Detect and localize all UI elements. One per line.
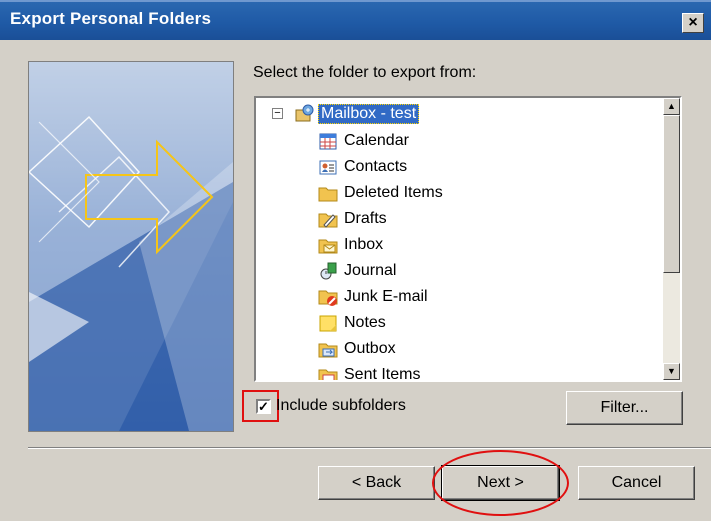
close-icon: × [688, 14, 698, 31]
folder-icon [318, 183, 338, 203]
tree-item-notes[interactable]: Notes [318, 310, 386, 336]
tree-item-deleted[interactable]: Deleted Items [318, 180, 443, 206]
calendar-icon [318, 131, 338, 151]
scroll-down-icon[interactable]: ▼ [663, 363, 680, 380]
include-subfolders-checkbox[interactable]: ✓ [256, 399, 271, 414]
tree-item-outbox[interactable]: Outbox [318, 336, 396, 362]
tree-item-inbox[interactable]: Inbox [318, 232, 383, 258]
close-button[interactable]: × [682, 13, 704, 33]
junk-icon [318, 287, 338, 307]
scroll-thumb[interactable] [663, 115, 680, 273]
drafts-icon [318, 209, 338, 229]
title-bar: Export Personal Folders × [0, 0, 711, 40]
wizard-banner-image [28, 61, 234, 432]
inbox-icon [318, 235, 338, 255]
notes-icon [318, 313, 338, 333]
tree-item-sent[interactable]: Sent Items [318, 362, 421, 382]
include-subfolders-label[interactable]: Include subfolders [276, 397, 406, 415]
next-highlight-annotation [432, 450, 569, 516]
cancel-button-label: Cancel [611, 474, 662, 491]
tree-item-calendar[interactable]: Calendar [318, 128, 409, 154]
folder-prompt-label: Select the folder to export from: [253, 64, 477, 81]
dialog-title: Export Personal Folders [10, 9, 212, 28]
tree-item-label: Journal [344, 262, 397, 279]
tree-item-contacts[interactable]: Contacts [318, 154, 407, 180]
tree-item-label: Notes [344, 314, 386, 331]
collapse-icon[interactable]: − [272, 108, 283, 119]
contacts-icon [318, 157, 338, 177]
filter-button[interactable]: Filter... [566, 391, 683, 425]
checkmark-icon: ✓ [258, 399, 269, 414]
tree-item-journal[interactable]: Journal [318, 258, 396, 284]
back-button[interactable]: < Back [318, 466, 435, 500]
cancel-button[interactable]: Cancel [578, 466, 695, 500]
tree-item-label: Junk E-mail [344, 288, 428, 305]
filter-button-label: Filter... [600, 399, 649, 416]
tree-item-label: Contacts [344, 158, 408, 175]
footer-divider [28, 447, 711, 449]
tree-item-label: Drafts [344, 210, 387, 227]
tree-root-label: Mailbox - test [318, 104, 420, 124]
back-button-label: < Back [351, 474, 402, 491]
tree-scrollbar[interactable]: ▲ ▼ [663, 98, 680, 380]
tree-item-label: Calendar [344, 132, 409, 149]
tree-item-label: Sent Items [344, 366, 421, 382]
tree-item-label: Inbox [344, 236, 384, 253]
sent-icon [318, 365, 338, 380]
tree-item-label: Deleted Items [344, 184, 443, 201]
export-dialog: Export Personal Folders × Select the fol… [0, 0, 711, 521]
tree-item-label: Outbox [344, 340, 396, 357]
tree-item-drafts[interactable]: Drafts [318, 206, 387, 232]
mailbox-icon [294, 104, 314, 124]
scroll-up-icon[interactable]: ▲ [663, 98, 680, 115]
folder-tree[interactable]: − Mailbox - test Calendar Contacts Delet… [254, 96, 682, 382]
tree-item-junk[interactable]: Junk E-mail [318, 284, 428, 310]
outbox-icon [318, 339, 338, 359]
arrow-graphic-icon [29, 62, 233, 431]
journal-icon [318, 261, 338, 281]
